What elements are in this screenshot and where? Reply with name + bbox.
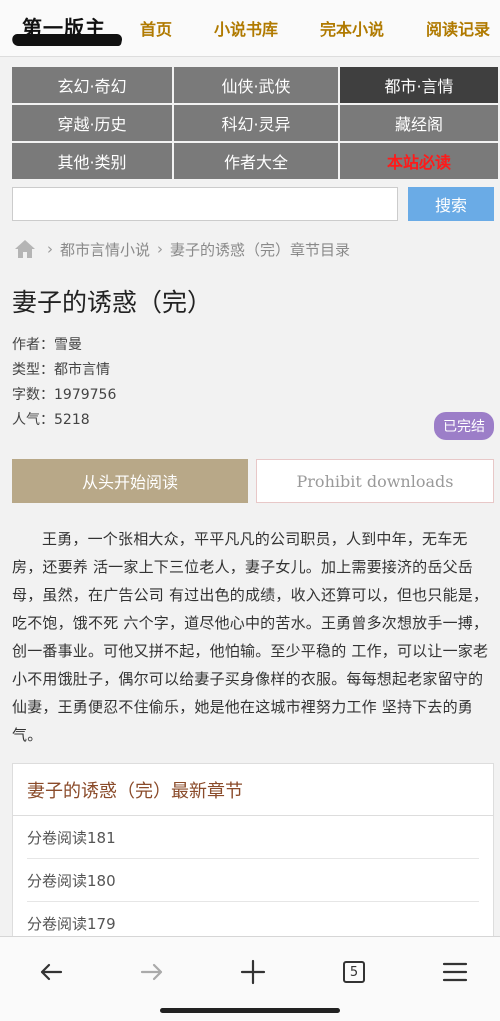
plus-icon[interactable] <box>238 957 268 987</box>
category-authors[interactable]: 作者大全 <box>174 143 338 179</box>
site-logo[interactable]: 第一版主 <box>10 8 124 48</box>
download-button[interactable]: Prohibit downloads <box>256 459 494 503</box>
breadcrumb: › 都市言情小说 › 妻子的诱惑（完）章节目录 <box>14 237 488 261</box>
book-author: 作者：雪曼 <box>12 337 82 353</box>
book-word-count: 字数：1979756 <box>12 387 117 403</box>
nav-completed[interactable]: 完本小说 <box>320 16 384 40</box>
top-nav: 首页 小说书库 完本小说 阅读记录 <box>140 16 490 40</box>
latest-chapters-heading: 妻子的诱惑（完）最新章节 <box>13 764 493 816</box>
tab-count: 5 <box>343 961 365 983</box>
nav-home[interactable]: 首页 <box>140 16 172 40</box>
category-chuanyue[interactable]: 穿越·历史 <box>12 105 172 141</box>
menu-icon[interactable] <box>440 957 470 987</box>
chevron-right-icon: › <box>157 240 164 258</box>
category-xuanhuan[interactable]: 玄幻·奇幻 <box>12 67 172 103</box>
breadcrumb-category[interactable]: 都市言情小说 <box>60 239 150 260</box>
breadcrumb-current: 妻子的诱惑（完）章节目录 <box>170 240 351 259</box>
forward-arrow-icon[interactable] <box>137 957 167 987</box>
chevron-right-icon: › <box>47 240 53 258</box>
latest-chapters-panel: 妻子的诱惑（完）最新章节 分卷阅读181 分卷阅读180 分卷阅读179 <box>12 763 494 946</box>
back-arrow-icon[interactable] <box>36 957 66 987</box>
nav-library[interactable]: 小说书库 <box>214 16 278 40</box>
tabs-button[interactable]: 5 <box>339 957 369 987</box>
read-from-start-button[interactable]: 从头开始阅读 <box>12 459 248 503</box>
category-kehuan[interactable]: 科幻·灵异 <box>174 105 338 141</box>
chapter-link[interactable]: 分卷阅读181 <box>27 816 479 859</box>
top-bar: 第一版主 首页 小说书库 完本小说 阅读记录 <box>0 0 500 57</box>
search-row: 搜索 <box>12 187 494 221</box>
chapter-link[interactable]: 分卷阅读180 <box>27 859 479 902</box>
home-indicator <box>160 1008 340 1013</box>
category-dushi[interactable]: 都市·言情 <box>340 67 498 103</box>
status-badge: 已完结 <box>434 412 494 440</box>
category-must-read[interactable]: 本站必读 <box>340 143 498 179</box>
nav-history[interactable]: 阅读记录 <box>426 16 490 40</box>
category-xianxia[interactable]: 仙侠·武侠 <box>174 67 338 103</box>
book-meta: 作者：雪曼 类型：都市言情 字数：1979756 人气：5218 已完结 <box>12 333 494 440</box>
book-title: 妻子的诱惑（完） <box>12 288 213 317</box>
category-grid: 玄幻·奇幻 仙侠·武侠 都市·言情 穿越·历史 科幻·灵异 藏经阁 其他·类别 … <box>12 67 498 179</box>
search-button[interactable]: 搜索 <box>408 187 494 221</box>
category-other[interactable]: 其他·类别 <box>12 143 172 179</box>
action-row: 从头开始阅读 Prohibit downloads <box>12 459 494 503</box>
book-type: 类型：都市言情 <box>12 362 110 378</box>
book-popularity: 人气：5218 <box>12 412 90 428</box>
search-input[interactable] <box>12 187 398 221</box>
category-cangjingge[interactable]: 藏经阁 <box>340 105 498 141</box>
home-icon[interactable] <box>14 239 36 259</box>
book-intro: 王勇，一个张相大众，平平凡凡的公司职员，人到中年，无车无房，还要养 活一家上下三… <box>12 530 489 744</box>
logo-text: 第一版主 <box>22 16 106 40</box>
